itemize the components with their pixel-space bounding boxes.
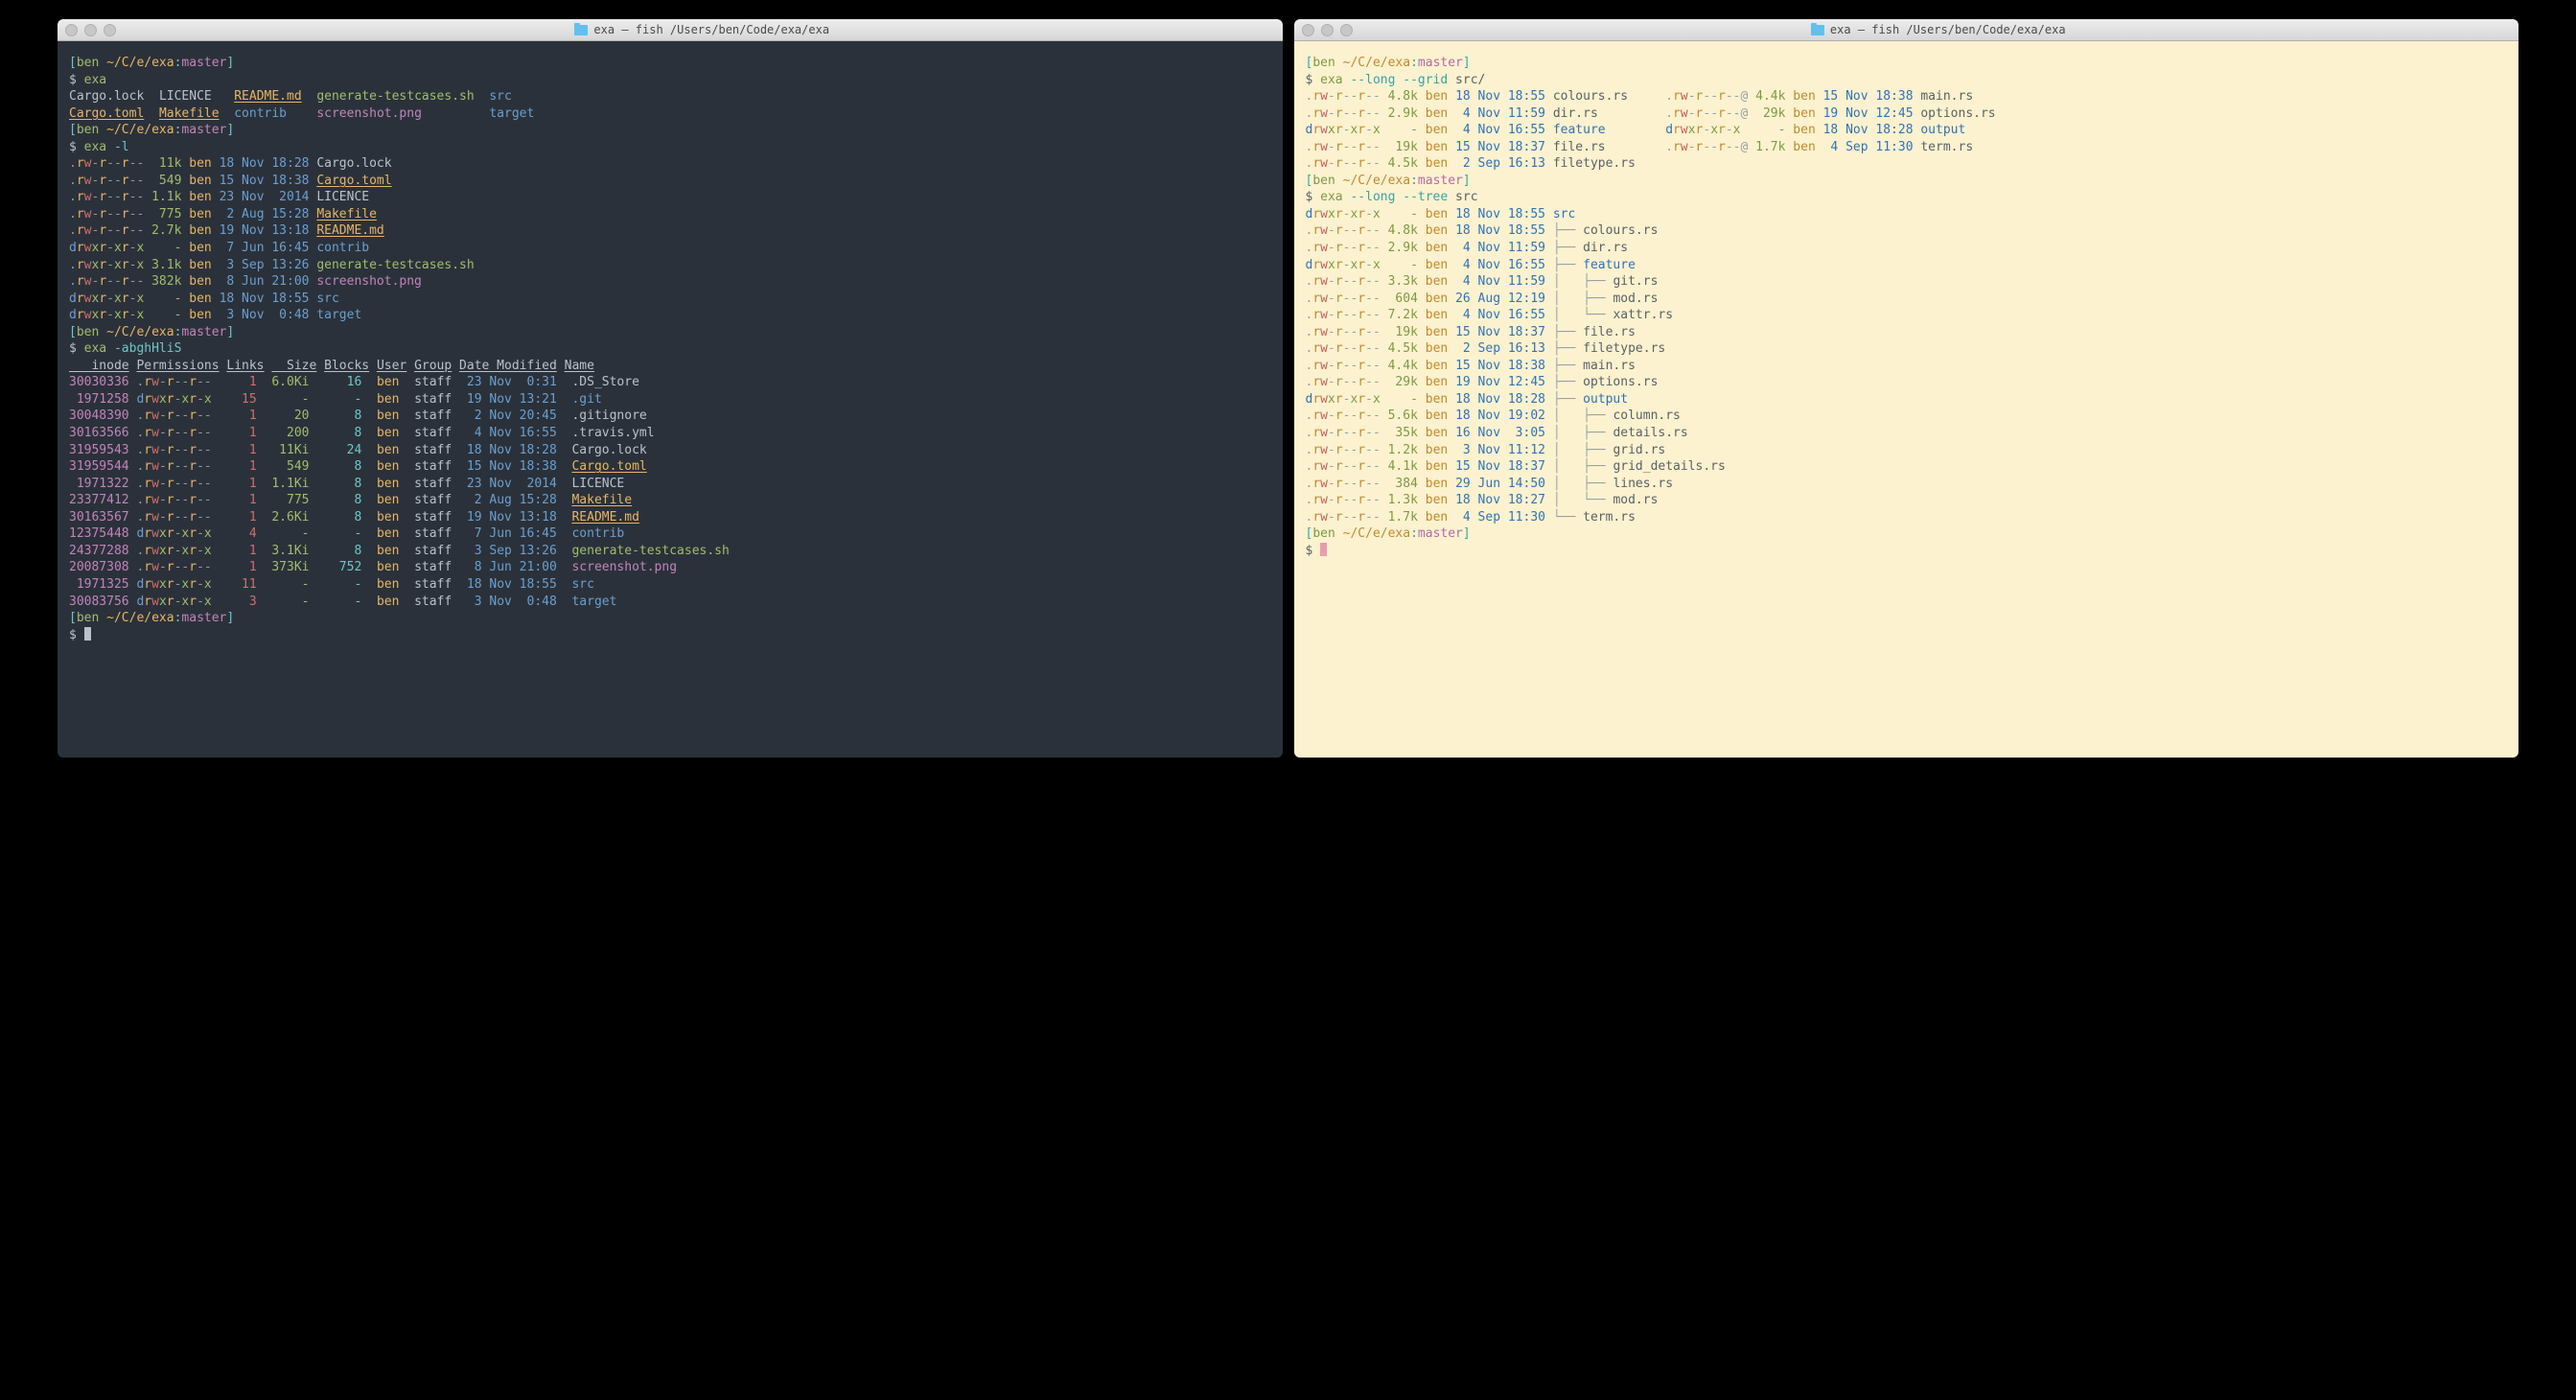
folder-icon <box>574 25 588 35</box>
terminal-body-dark[interactable]: [ben ~/C/e/exa:master]$ exaCargo.lock LI… <box>58 41 1283 758</box>
title-center: exa — fish /Users/ben/Code/exa/exa <box>1366 22 2512 37</box>
close-icon[interactable] <box>65 24 78 36</box>
zoom-icon[interactable] <box>1340 24 1353 36</box>
terminal-window-light: exa — fish /Users/ben/Code/exa/exa [ben … <box>1294 19 2519 758</box>
terminal-window-dark: exa — fish /Users/ben/Code/exa/exa [ben … <box>58 19 1283 758</box>
zoom-icon[interactable] <box>104 24 116 36</box>
folder-icon <box>1811 25 1824 35</box>
close-icon[interactable] <box>1302 24 1314 36</box>
terminal-body-light[interactable]: [ben ~/C/e/exa:master]$ exa --long --gri… <box>1294 41 2519 758</box>
minimize-icon[interactable] <box>84 24 97 36</box>
titlebar: exa — fish /Users/ben/Code/exa/exa <box>1294 19 2519 41</box>
window-title: exa — fish /Users/ben/Code/exa/exa <box>593 22 829 37</box>
titlebar: exa — fish /Users/ben/Code/exa/exa <box>58 19 1283 41</box>
window-controls <box>1302 24 1353 36</box>
title-center: exa — fish /Users/ben/Code/exa/exa <box>129 22 1275 37</box>
window-title: exa — fish /Users/ben/Code/exa/exa <box>1830 22 2066 37</box>
window-controls <box>65 24 116 36</box>
minimize-icon[interactable] <box>1321 24 1334 36</box>
